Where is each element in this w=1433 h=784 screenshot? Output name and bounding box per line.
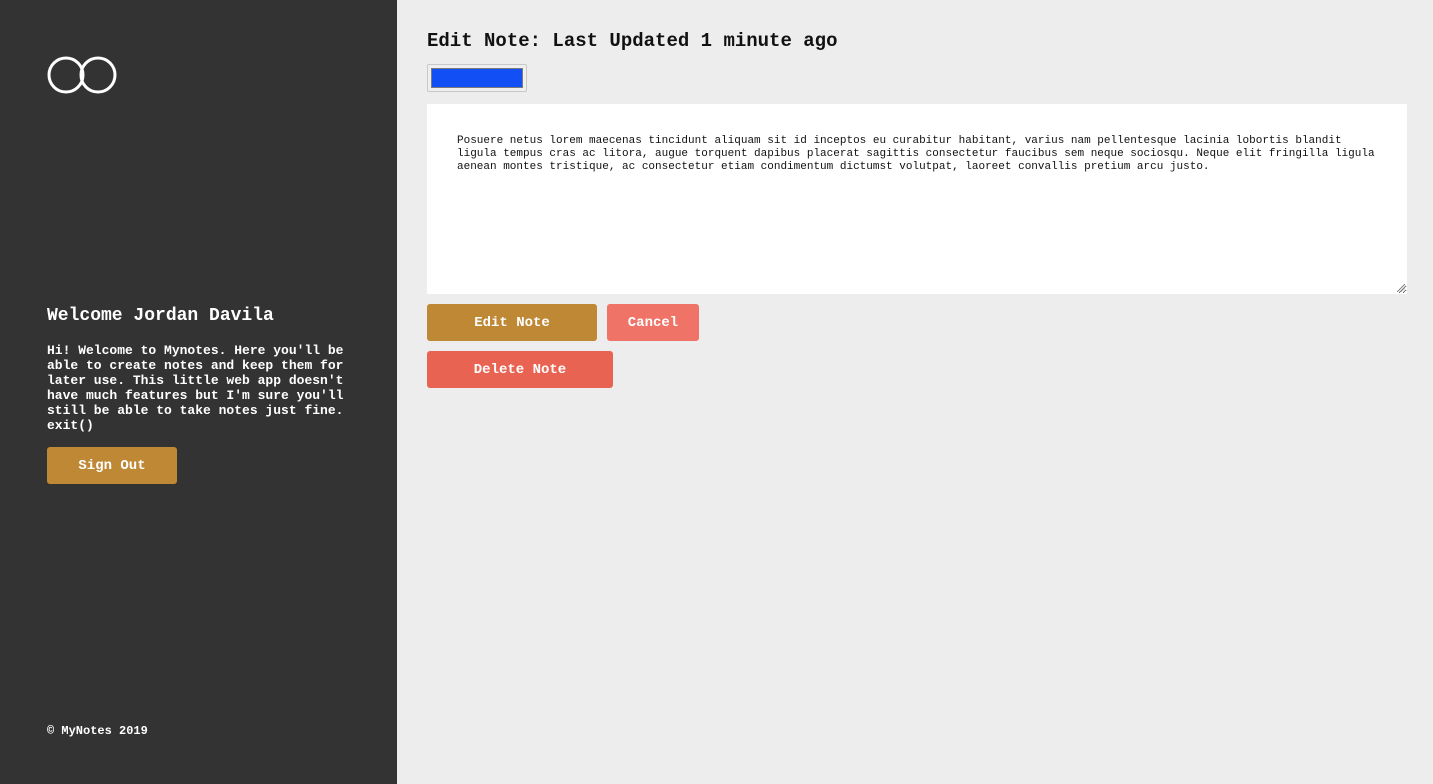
note-color-picker[interactable] <box>427 64 527 92</box>
color-swatch <box>431 68 523 88</box>
note-text-line: Posuere netus lorem maecenas tincidunt a… <box>457 135 1342 147</box>
welcome-message-line: still be able to take notes just fine. <box>47 403 344 418</box>
note-textarea[interactable]: Posuere netus lorem maecenas tincidunt a… <box>427 104 1407 294</box>
delete-note-button[interactable]: Delete Note <box>427 351 613 388</box>
welcome-heading: Welcome Jordan Davila <box>47 306 274 326</box>
welcome-message-line: later use. This little web app doesn't <box>47 373 344 388</box>
page-title: Edit Note: Last Updated 1 minute ago <box>427 30 838 52</box>
welcome-message-line: have much features but I'm sure you'll <box>47 388 344 403</box>
edit-note-button[interactable]: Edit Note <box>427 304 597 341</box>
welcome-message-line: exit() <box>47 418 94 433</box>
welcome-message: Hi! Welcome to Mynotes. Here you'll be a… <box>47 343 357 433</box>
note-text-line: ligula tempus cras ac litora, augue torq… <box>457 148 1375 160</box>
cancel-button[interactable]: Cancel <box>607 304 699 341</box>
note-text-line: aenean montes tristique, ac consectetur … <box>457 161 1210 173</box>
copyright-footer: © MyNotes 2019 <box>47 724 148 738</box>
sign-out-button[interactable]: Sign Out <box>47 447 177 484</box>
welcome-message-line: Hi! Welcome to Mynotes. Here you'll be <box>47 343 344 358</box>
welcome-message-line: able to create notes and keep them for <box>47 358 344 373</box>
infinity-rings-icon <box>47 56 117 94</box>
resize-handle-icon[interactable] <box>1397 284 1405 292</box>
sidebar: Welcome Jordan Davila Hi! Welcome to Myn… <box>0 0 397 784</box>
main-content: Edit Note: Last Updated 1 minute ago Pos… <box>397 0 1433 784</box>
